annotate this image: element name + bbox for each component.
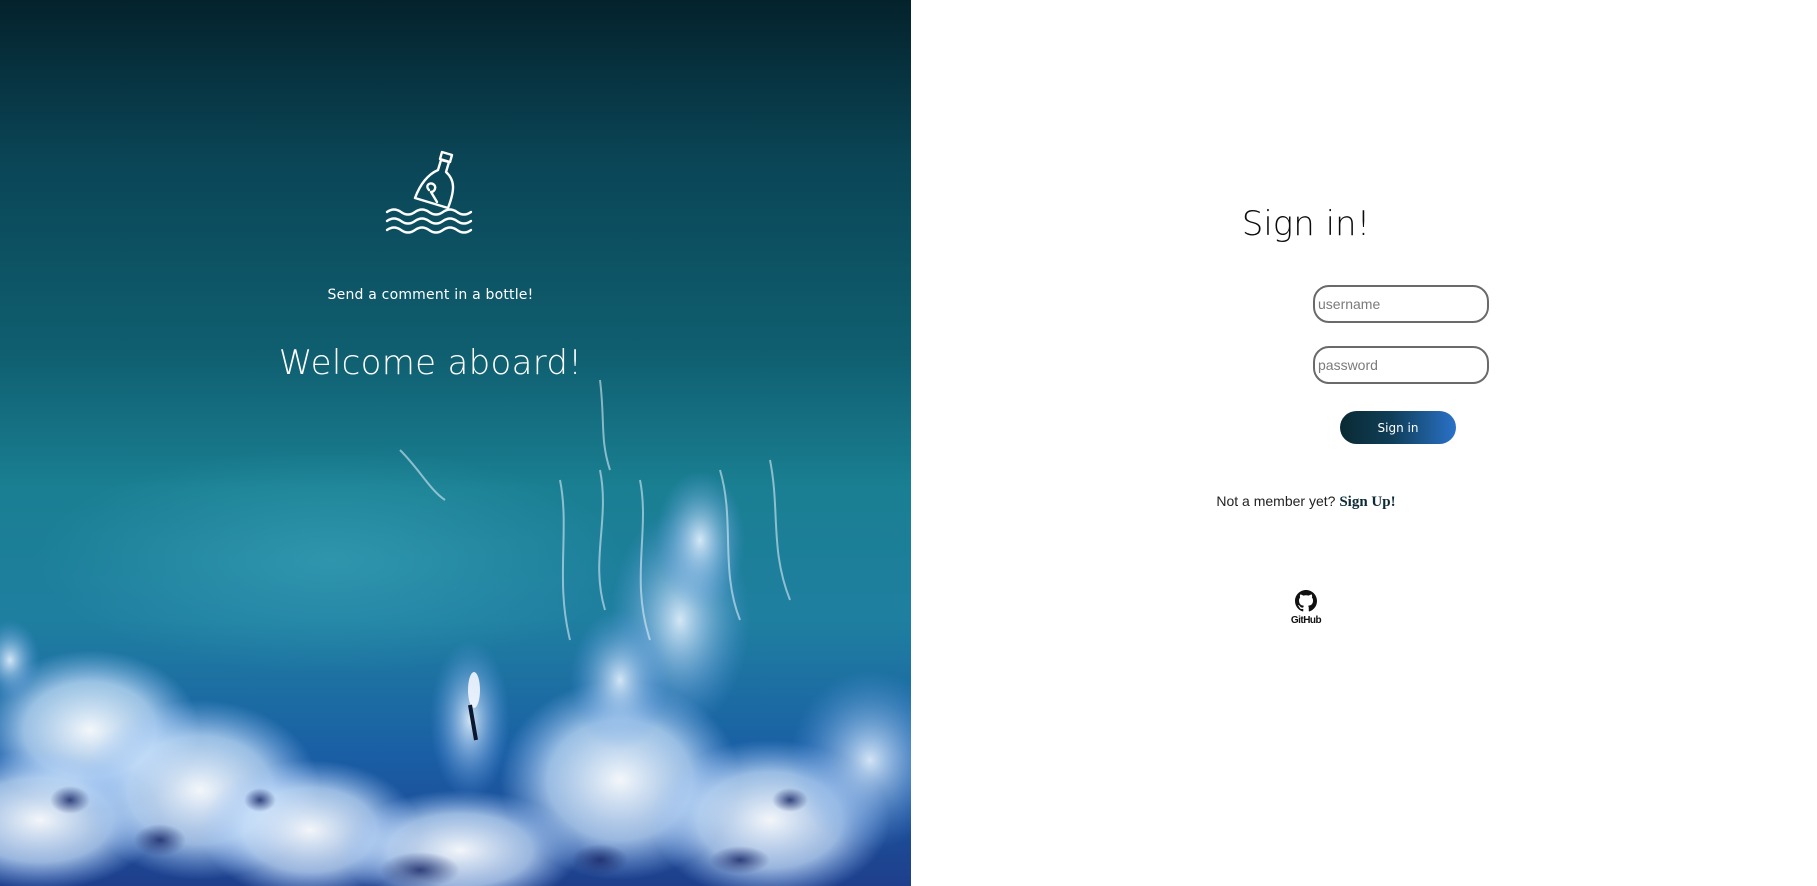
login-page: Send a comment in a bottle! Welcome aboa… bbox=[0, 0, 1817, 886]
message-in-a-bottle-icon bbox=[385, 150, 473, 234]
signup-prompt: Not a member yet? Sign Up! bbox=[1211, 493, 1401, 511]
github-label: GitHub bbox=[1290, 615, 1322, 626]
welcome-heading: Welcome aboard! bbox=[278, 343, 583, 383]
signin-panel: Sign in! Sign in Not a member yet? Sign … bbox=[911, 0, 1817, 886]
signin-title: Sign in! bbox=[1241, 204, 1371, 244]
hero-panel: Send a comment in a bottle! Welcome aboa… bbox=[0, 0, 911, 886]
hero-tagline: Send a comment in a bottle! bbox=[327, 287, 534, 303]
ocean-waves-background bbox=[0, 379, 911, 886]
username-input[interactable] bbox=[1313, 285, 1489, 323]
signup-link[interactable]: Sign Up! bbox=[1339, 494, 1395, 510]
github-icon bbox=[1295, 590, 1317, 612]
member-prompt-text: Not a member yet? bbox=[1216, 493, 1336, 509]
password-input[interactable] bbox=[1313, 346, 1489, 384]
signin-button[interactable]: Sign in bbox=[1340, 411, 1456, 444]
github-login-button[interactable]: GitHub bbox=[1282, 590, 1330, 626]
